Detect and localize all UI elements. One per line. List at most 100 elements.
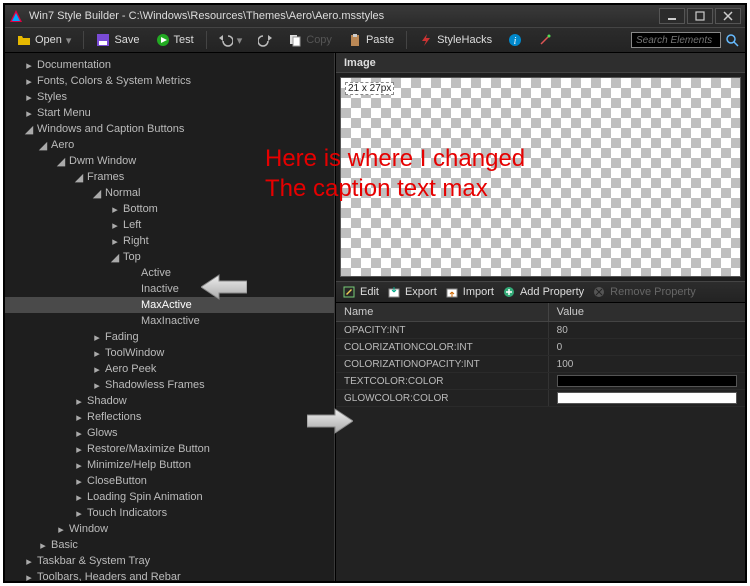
tree-item-toolbars[interactable]: ▸Toolbars, Headers and Rebar [5, 569, 334, 581]
redo-button[interactable] [252, 31, 278, 49]
expand-icon: ▸ [109, 219, 121, 232]
stylehacks-button[interactable]: StyleHacks [413, 31, 498, 49]
undo-button[interactable]: ▾ [213, 31, 249, 49]
tree-item-styles[interactable]: ▸Styles [5, 89, 334, 105]
grid-cell-value[interactable]: 0 [549, 339, 745, 355]
tree-item-left[interactable]: ▸Left [5, 217, 334, 233]
export-button[interactable]: Export [387, 285, 437, 299]
tree-item-wcb[interactable]: ◢Windows and Caption Buttons [5, 121, 334, 137]
tree-item-aero[interactable]: ◢Aero [5, 137, 334, 153]
expand-icon: ▸ [37, 539, 49, 552]
tree-item-toolwindow[interactable]: ▸ToolWindow [5, 345, 334, 361]
property-grid: Name Value OPACITY:INT80COLORIZATIONCOLO… [336, 303, 745, 407]
tree-item-startmenu[interactable]: ▸Start Menu [5, 105, 334, 121]
copy-button[interactable]: Copy [282, 31, 338, 49]
tree-item-window[interactable]: ▸Window [5, 521, 334, 537]
collapse-icon: ◢ [73, 171, 85, 184]
expand-icon: ▸ [109, 235, 121, 248]
window-title: Win7 Style Builder - C:\Windows\Resource… [29, 10, 659, 22]
collapse-icon: ◢ [109, 251, 121, 264]
color-swatch[interactable] [557, 375, 737, 387]
search-icon[interactable] [725, 33, 739, 47]
tree-item-aeropeek[interactable]: ▸Aero Peek [5, 361, 334, 377]
expand-icon: ▸ [73, 427, 85, 440]
tree-item-bottom[interactable]: ▸Bottom [5, 201, 334, 217]
tree-item-taskbar[interactable]: ▸Taskbar & System Tray [5, 553, 334, 569]
edit-button[interactable]: Edit [342, 285, 379, 299]
grid-empty-area [336, 407, 745, 581]
tree-item-frames[interactable]: ◢Frames [5, 169, 334, 185]
test-button[interactable]: Test [150, 31, 200, 49]
tree-item-fonts[interactable]: ▸Fonts, Colors & System Metrics [5, 73, 334, 89]
content-area: ▸Documentation ▸Fonts, Colors & System M… [5, 53, 745, 581]
info-icon: i [508, 33, 522, 47]
minimize-button[interactable] [659, 8, 685, 24]
col-name[interactable]: Name [336, 303, 549, 321]
stylehacks-label: StyleHacks [437, 34, 492, 46]
col-value[interactable]: Value [549, 303, 745, 321]
expand-icon: ▸ [73, 507, 85, 520]
tree-item-documentation[interactable]: ▸Documentation [5, 57, 334, 73]
tree-item-minhelp[interactable]: ▸Minimize/Help Button [5, 457, 334, 473]
tree-item-basic[interactable]: ▸Basic [5, 537, 334, 553]
test-label: Test [174, 34, 194, 46]
info-button[interactable]: i [502, 31, 528, 49]
remove-property-button[interactable]: Remove Property [592, 285, 696, 299]
expand-icon: ▸ [73, 459, 85, 472]
tree-item-dwmwindow[interactable]: ◢Dwm Window [5, 153, 334, 169]
grid-cell-value[interactable] [549, 390, 745, 406]
tool-button[interactable] [532, 31, 558, 49]
grid-row[interactable]: COLORIZATIONOPACITY:INT100 [336, 356, 745, 373]
image-panel-header: Image [336, 53, 745, 73]
grid-cell-value[interactable]: 100 [549, 356, 745, 372]
expand-icon: ▸ [73, 475, 85, 488]
copy-icon [288, 33, 302, 47]
save-button[interactable]: Save [90, 31, 145, 49]
expand-icon: ▸ [23, 571, 35, 582]
tree-item-fading[interactable]: ▸Fading [5, 329, 334, 345]
undo-icon [219, 33, 233, 47]
paste-button[interactable]: Paste [342, 31, 400, 49]
close-button[interactable] [715, 8, 741, 24]
tree-item-touchind[interactable]: ▸Touch Indicators [5, 505, 334, 521]
grid-row[interactable]: OPACITY:INT80 [336, 322, 745, 339]
tree-item-shadowless[interactable]: ▸Shadowless Frames [5, 377, 334, 393]
tree-item-glows[interactable]: ▸Glows [5, 425, 334, 441]
grid-cell-value[interactable]: 80 [549, 322, 745, 338]
tree-item-normal[interactable]: ◢Normal [5, 185, 334, 201]
search-input[interactable] [631, 32, 721, 48]
tree-item-top[interactable]: ◢Top [5, 249, 334, 265]
tree-item-reflections[interactable]: ▸Reflections [5, 409, 334, 425]
collapse-icon: ◢ [91, 187, 103, 200]
tree-item-restore[interactable]: ▸Restore/Maximize Button [5, 441, 334, 457]
dropdown-icon: ▾ [237, 34, 243, 47]
titlebar[interactable]: Win7 Style Builder - C:\Windows\Resource… [5, 5, 745, 27]
grid-cell-name: TEXTCOLOR:COLOR [336, 373, 549, 389]
import-button[interactable]: Import [445, 285, 494, 299]
expand-icon: ▸ [73, 443, 85, 456]
grid-header: Name Value [336, 303, 745, 322]
add-property-button[interactable]: Add Property [502, 285, 584, 299]
expand-icon: ▸ [23, 59, 35, 72]
tree-item-closebtn[interactable]: ▸CloseButton [5, 473, 334, 489]
tree-item-maxactive[interactable]: MaxActive [5, 297, 334, 313]
expand-icon: ▸ [73, 411, 85, 424]
image-preview[interactable]: 21 x 27px [340, 77, 741, 277]
tree-item-loading[interactable]: ▸Loading Spin Animation [5, 489, 334, 505]
app-icon [9, 9, 23, 23]
grid-cell-value[interactable] [549, 373, 745, 389]
tree-item-shadow[interactable]: ▸Shadow [5, 393, 334, 409]
tree-pane: ▸Documentation ▸Fonts, Colors & System M… [5, 53, 335, 581]
maximize-button[interactable] [687, 8, 713, 24]
color-swatch[interactable] [557, 392, 737, 404]
tree-item-active[interactable]: Active [5, 265, 334, 281]
tree-item-right[interactable]: ▸Right [5, 233, 334, 249]
open-button[interactable]: Open ▾ [11, 31, 77, 49]
tree-item-maxinactive[interactable]: MaxInactive [5, 313, 334, 329]
tree-item-inactive[interactable]: Inactive [5, 281, 334, 297]
redo-icon [258, 33, 272, 47]
grid-row[interactable]: GLOWCOLOR:COLOR [336, 390, 745, 407]
grid-row[interactable]: TEXTCOLOR:COLOR [336, 373, 745, 390]
grid-row[interactable]: COLORIZATIONCOLOR:INT0 [336, 339, 745, 356]
wand-icon [538, 33, 552, 47]
